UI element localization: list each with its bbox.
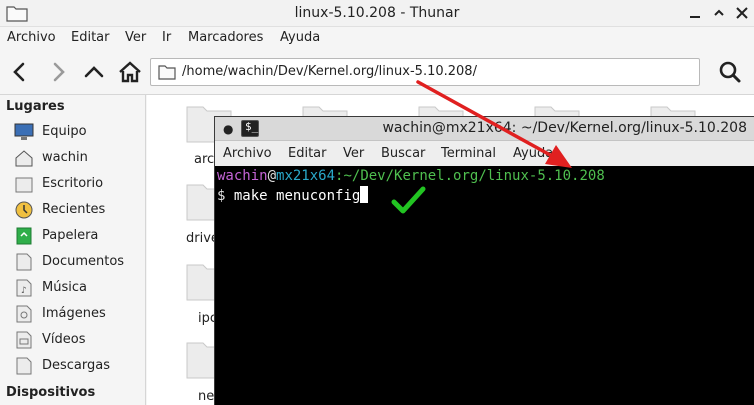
recent-clock-icon xyxy=(15,201,33,219)
sidebar-item-label: Escritorio xyxy=(42,176,104,191)
home-folder-icon xyxy=(15,150,33,167)
sidebar-item-musica[interactable]: ♪ Música xyxy=(14,277,144,299)
back-icon[interactable] xyxy=(6,58,34,86)
desktop-folder-icon xyxy=(15,177,33,193)
sidebar-item-papelera[interactable]: Papelera xyxy=(14,225,144,247)
trash-icon xyxy=(16,227,32,245)
file-label[interactable]: arc xyxy=(194,152,214,167)
term-menu-editar[interactable]: Editar xyxy=(288,146,327,161)
downloads-folder-icon xyxy=(16,357,32,375)
thunar-menubar: Archivo Editar Ver Ir Marcadores Ayuda xyxy=(0,27,754,49)
sidebar: Lugares Equipo wachin Escritorio Recient… xyxy=(0,95,146,405)
terminal-window[interactable]: ● $_ wachin@mx21x64: ~/Dev/Kernel.org/li… xyxy=(214,116,754,405)
sidebar-item-label: wachin xyxy=(42,150,88,165)
location-bar[interactable]: /home/wachin/Dev/Kernel.org/linux-5.10.2… xyxy=(150,58,700,86)
videos-folder-icon xyxy=(16,331,32,349)
menu-ir[interactable]: Ir xyxy=(162,30,171,45)
sidebar-item-escritorio[interactable]: Escritorio xyxy=(14,173,144,195)
maximize-icon[interactable] xyxy=(711,5,727,21)
typed-command: make menuconfig xyxy=(233,188,361,204)
parent-folder-icon[interactable] xyxy=(80,58,108,86)
term-menu-ayuda[interactable]: Ayuda xyxy=(513,146,553,161)
close-icon[interactable] xyxy=(734,5,750,21)
terminal-title: wachin@mx21x64: ~/Dev/Kernel.org/linux-5… xyxy=(382,120,747,136)
terminal-titlebar[interactable]: ● $_ wachin@mx21x64: ~/Dev/Kernel.org/li… xyxy=(215,117,754,141)
file-label[interactable]: ne xyxy=(198,389,214,404)
terminal-menubar: Archivo Editar Ver Buscar Terminal Ayuda xyxy=(215,141,754,166)
terminal-icon: $_ xyxy=(241,120,259,137)
prompt-user: wachin xyxy=(217,168,268,184)
sidebar-item-recientes[interactable]: Recientes xyxy=(14,199,144,221)
forward-icon[interactable] xyxy=(44,58,72,86)
window-title: linux-5.10.208 - Thunar xyxy=(294,5,460,21)
window-menu-icon[interactable]: ● xyxy=(223,122,233,136)
sidebar-item-label: Música xyxy=(42,280,87,295)
sidebar-section-dispositivos: Dispositivos xyxy=(6,385,96,400)
sidebar-item-label: Recientes xyxy=(42,202,106,217)
location-path[interactable]: /home/wachin/Dev/Kernel.org/linux-5.10.2… xyxy=(182,64,477,79)
terminal-icon-glyph: $_ xyxy=(245,120,259,133)
search-icon[interactable] xyxy=(716,58,744,86)
menu-ayuda[interactable]: Ayuda xyxy=(280,30,320,45)
minimize-icon[interactable] xyxy=(687,5,703,21)
folder-icon xyxy=(158,65,176,80)
menu-marcadores[interactable]: Marcadores xyxy=(188,30,263,45)
menu-editar[interactable]: Editar xyxy=(71,30,110,45)
term-menu-ver[interactable]: Ver xyxy=(343,146,364,161)
sidebar-item-videos[interactable]: Vídeos xyxy=(14,329,144,351)
terminal-output[interactable]: wachin@mx21x64:~/Dev/Kernel.org/linux-5.… xyxy=(215,166,754,405)
command-line[interactable]: $ make menuconfig xyxy=(217,186,369,204)
sidebar-item-wachin[interactable]: wachin xyxy=(14,147,144,169)
documents-folder-icon xyxy=(16,253,32,271)
thunar-toolbar: /home/wachin/Dev/Kernel.org/linux-5.10.2… xyxy=(0,49,754,95)
sidebar-item-label: Imágenes xyxy=(42,306,106,321)
music-folder-icon: ♪ xyxy=(16,279,32,297)
sidebar-item-label: Descargas xyxy=(42,358,111,373)
sidebar-section-lugares: Lugares xyxy=(6,99,65,114)
sidebar-item-equipo[interactable]: Equipo xyxy=(14,121,144,143)
sidebar-item-label: Documentos xyxy=(42,254,125,269)
sidebar-item-label: Papelera xyxy=(42,228,99,243)
prompt-symbol: $ xyxy=(217,188,226,204)
sidebar-item-descargas[interactable]: Descargas xyxy=(14,355,144,377)
pictures-folder-icon xyxy=(16,305,32,323)
term-menu-archivo[interactable]: Archivo xyxy=(223,146,272,161)
computer-icon xyxy=(14,123,34,140)
text-cursor xyxy=(360,186,369,203)
prompt-path: :~/Dev/Kernel.org/linux-5.10.208 xyxy=(335,168,605,184)
term-menu-terminal[interactable]: Terminal xyxy=(441,146,496,161)
term-menu-buscar[interactable]: Buscar xyxy=(381,146,425,161)
prompt-at: @ xyxy=(267,168,277,184)
prompt-line: wachin@mx21x64:~/Dev/Kernel.org/linux-5.… xyxy=(217,168,605,184)
sidebar-item-label: Equipo xyxy=(42,124,87,139)
sidebar-item-documentos[interactable]: Documentos xyxy=(14,251,144,273)
home-icon[interactable] xyxy=(116,58,144,86)
sidebar-item-imagenes[interactable]: Imágenes xyxy=(14,303,144,325)
sidebar-item-label: Vídeos xyxy=(42,332,86,347)
thunar-titlebar[interactable]: linux-5.10.208 - Thunar xyxy=(0,0,754,27)
menu-archivo[interactable]: Archivo xyxy=(7,30,56,45)
prompt-host: mx21x64 xyxy=(276,168,336,184)
svg-text:♪: ♪ xyxy=(21,286,27,296)
menu-ver[interactable]: Ver xyxy=(125,30,146,45)
